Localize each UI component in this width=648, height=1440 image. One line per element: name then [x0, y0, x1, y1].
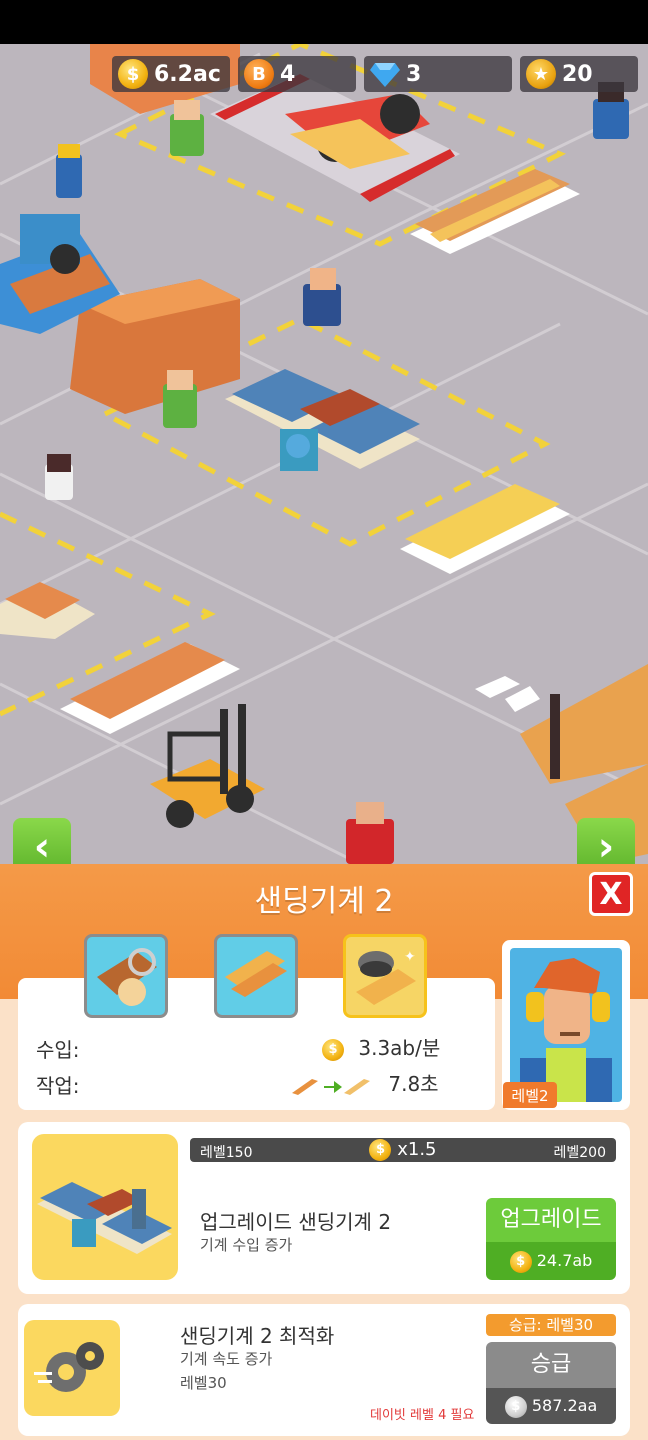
plank-to-sanded-icon [292, 1078, 370, 1095]
sanding-machine-image [32, 1134, 178, 1280]
trophy-value: 20 [562, 61, 593, 87]
svg-text:✦: ✦ [404, 949, 416, 965]
income-label: 수입: [36, 1038, 80, 1062]
coin-icon: $ [504, 1395, 527, 1418]
upgrade-cost-row: $ 24.7ab [486, 1242, 616, 1280]
work-label: 작업: [36, 1074, 80, 1098]
optimize-level: 레벨30 [180, 1374, 227, 1392]
coin-icon: $ [322, 1038, 344, 1061]
game-scene[interactable]: ‹ › [0, 44, 648, 864]
trophy-icon: ★ [526, 59, 556, 89]
chevron-right-icon: › [597, 824, 615, 864]
upgrade-button-label: 업그레이드 [486, 1198, 616, 1242]
factory-floor [0, 44, 648, 864]
multiplier-value: x1.5 [397, 1139, 437, 1160]
progress-multiplier: $ x1.5 [190, 1138, 616, 1162]
level-progress-bar: 레벨150 $ x1.5 레벨200 [190, 1138, 616, 1162]
worker-level-badge: 레벨2 [503, 1082, 557, 1108]
promotion-requirement: 데이빗 레벨 4 필요 [370, 1408, 475, 1423]
optimize-title: 샌딩기계 2 최적화 [180, 1324, 335, 1348]
upgrade-card: 레벨150 $ x1.5 레벨200 업그레이드 샌딩기계 2 기계 수입 증가… [18, 1122, 630, 1294]
stage-tab-log[interactable] [84, 934, 168, 1018]
trophy-counter[interactable]: ★ 20 [520, 56, 638, 92]
coin-icon: $ [509, 1250, 532, 1273]
gem-icon [370, 59, 400, 89]
sander-icon: ✦ [356, 949, 416, 1005]
stage-tab-plank[interactable] [214, 934, 298, 1018]
coin-icon: $ [118, 59, 148, 89]
close-button[interactable]: X [589, 872, 633, 916]
worker-avatar [510, 948, 622, 1102]
income-value: 3.3ab/분 [358, 1036, 441, 1060]
machine-panel: 샌딩기계 2 X ✦ 수입: $ 3.3ab/분 작업: 7.8초 레벨2 레벨… [0, 864, 648, 1440]
bitcoin-icon: B [244, 59, 274, 89]
gem-counter[interactable]: 3 [364, 56, 512, 92]
log-icon [97, 948, 157, 1006]
coin-counter[interactable]: $ 6.2ac [112, 56, 230, 92]
income-value-row: $ 3.3ab/분 [322, 1032, 440, 1061]
coin-value: 6.2ac [154, 61, 221, 87]
prev-machine-button[interactable]: ‹ [13, 818, 71, 864]
promotion-level-tag: 승급: 레벨30 [486, 1314, 616, 1336]
stage-tab-sanding[interactable]: ✦ [343, 934, 427, 1018]
gear-icon [24, 1320, 120, 1416]
promote-button[interactable]: 승급 $ 587.2aa [486, 1342, 616, 1424]
work-value: 7.8초 [388, 1072, 439, 1096]
upgrade-title: 업그레이드 샌딩기계 2 [200, 1210, 392, 1234]
bitcoin-counter[interactable]: B 4 [238, 56, 356, 92]
bitcoin-value: 4 [280, 61, 296, 87]
close-icon: X [599, 876, 623, 912]
promote-button-label: 승급 [486, 1342, 616, 1388]
chevron-left-icon: ‹ [33, 824, 51, 864]
panel-title: 샌딩기계 2 [254, 884, 394, 919]
promote-cost-row: $ 587.2aa [486, 1388, 616, 1424]
coin-icon: $ [369, 1139, 392, 1161]
next-machine-button[interactable]: › [577, 818, 635, 864]
progress-end-level: 레벨200 [553, 1145, 606, 1161]
upgrade-cost: 24.7ab [536, 1251, 593, 1270]
work-value-row: 7.8초 [290, 1068, 439, 1097]
promote-cost: 587.2aa [531, 1396, 598, 1415]
optimize-subtitle: 기계 속도 증가 [180, 1350, 273, 1368]
upgrade-button[interactable]: 업그레이드 $ 24.7ab [486, 1198, 616, 1280]
gem-value: 3 [406, 61, 422, 87]
plank-icon [225, 951, 287, 997]
optimize-card: 샌딩기계 2 최적화 기계 속도 증가 레벨30 승급: 레벨30 승급 $ 5… [18, 1304, 630, 1436]
status-bar [0, 0, 648, 44]
upgrade-subtitle: 기계 수입 증가 [200, 1236, 293, 1254]
